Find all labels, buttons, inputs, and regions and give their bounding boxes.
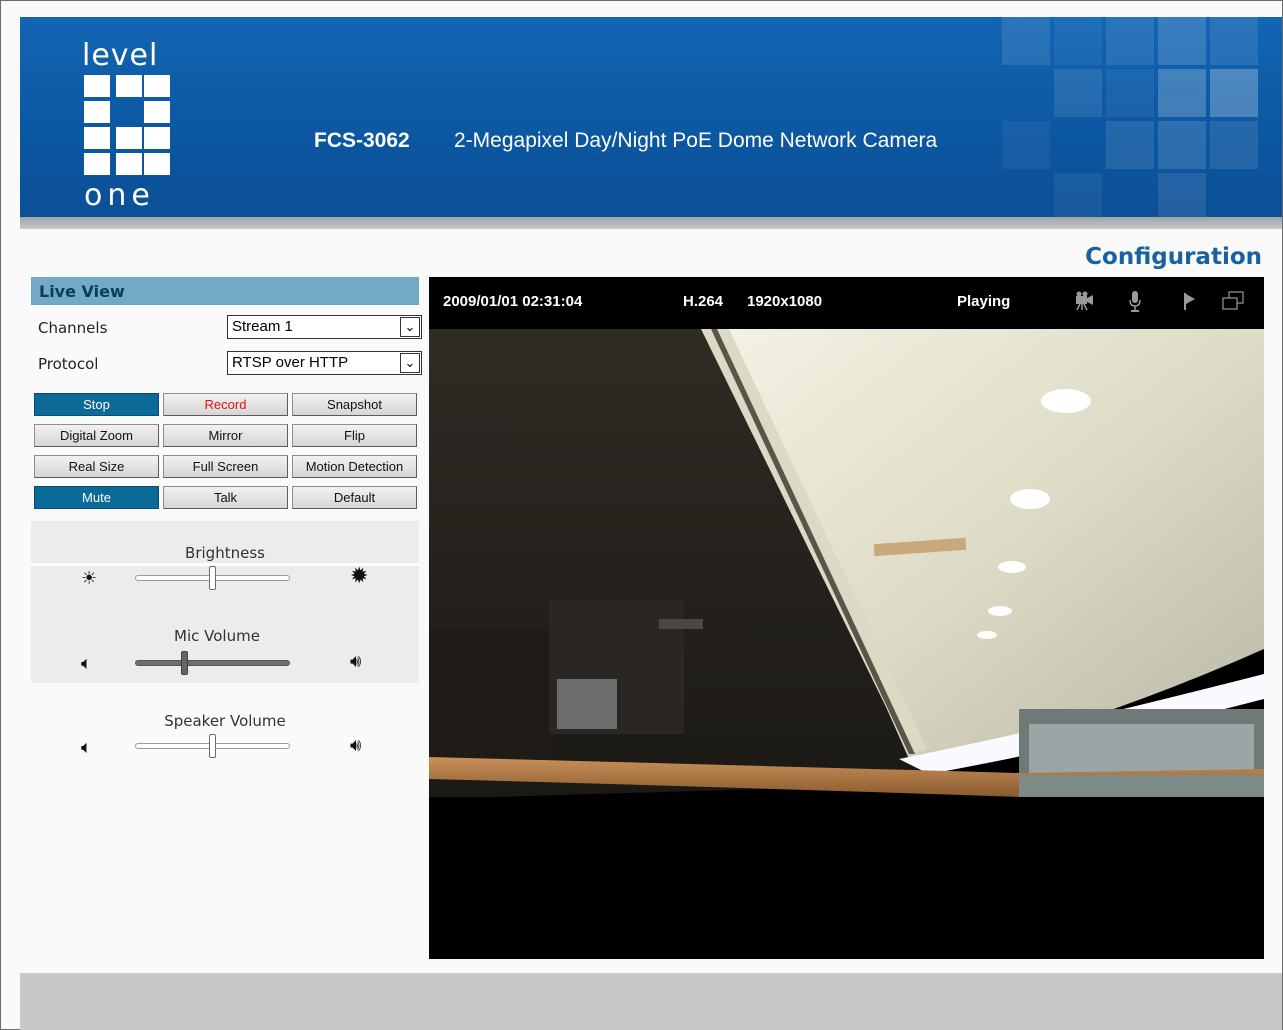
record-camera-icon[interactable]: [1074, 290, 1096, 317]
logo-mark: [84, 75, 176, 175]
configuration-link[interactable]: Configuration: [1085, 244, 1262, 270]
banner-decoration: [962, 17, 1282, 217]
video-timestamp: 2009/01/01 02:31:04: [443, 293, 583, 310]
video-viewer[interactable]: 2009/01/01 02:31:04 H.264 1920x1080 Play…: [429, 277, 1264, 959]
company-logo: level one: [82, 39, 202, 217]
model-number: FCS-3062: [314, 129, 410, 152]
mic-volume-label: Mic Volume: [174, 627, 260, 645]
logo-text-bottom: one: [84, 178, 155, 213]
mirror-button[interactable]: Mirror: [163, 424, 288, 447]
chevron-down-icon[interactable]: ⌄: [400, 317, 420, 337]
motion-detection-button[interactable]: Motion Detection: [292, 455, 417, 478]
model-description: 2-Megapixel Day/Night PoE Dome Network C…: [454, 129, 938, 152]
brightness-low-icon: ☀: [81, 568, 98, 589]
brightness-label: Brightness: [185, 544, 265, 562]
camera-scene-graphic: [429, 329, 1264, 797]
window-icon[interactable]: [1221, 290, 1245, 317]
video-status-bar: 2009/01/01 02:31:04 H.264 1920x1080 Play…: [429, 277, 1264, 329]
channels-select[interactable]: Stream 1 ⌄: [227, 315, 422, 339]
mic-volume-slider-thumb[interactable]: [181, 651, 189, 675]
flag-icon[interactable]: [1183, 290, 1197, 317]
speaker-volume-slider-thumb[interactable]: [209, 734, 216, 758]
speaker-volume-label: Speaker Volume: [164, 712, 286, 730]
camera-live-image: [429, 329, 1264, 797]
page-footer: [20, 973, 1282, 1030]
page-frame: level one FCS-3062 2-Megapixel Day/Night…: [0, 0, 1283, 1030]
stop-button[interactable]: Stop: [34, 393, 159, 416]
logo-text-top: level: [82, 38, 159, 73]
flip-button[interactable]: Flip: [292, 424, 417, 447]
video-codec: H.264: [683, 293, 724, 310]
video-status: Playing: [957, 293, 1011, 310]
protocol-label: Protocol: [38, 355, 99, 373]
mic-volume-slider-track[interactable]: [135, 660, 290, 666]
channels-value: Stream 1: [232, 318, 293, 335]
channels-label: Channels: [38, 319, 108, 337]
speaker-high-icon: 🔊︎: [350, 651, 362, 672]
default-button[interactable]: Default: [292, 486, 417, 509]
brightness-high-icon: ✹: [350, 564, 369, 589]
speaker-low-icon: 🔈︎: [81, 737, 92, 758]
talk-button[interactable]: Talk: [163, 486, 288, 509]
full-screen-button[interactable]: Full Screen: [163, 455, 288, 478]
digital-zoom-button[interactable]: Digital Zoom: [34, 424, 159, 447]
brightness-slider-thumb[interactable]: [209, 566, 216, 590]
header-banner: level one FCS-3062 2-Megapixel Day/Night…: [20, 17, 1282, 217]
speaker-high-icon: 🔊︎: [350, 735, 362, 756]
banner-strip: [20, 217, 1282, 229]
real-size-button[interactable]: Real Size: [34, 455, 159, 478]
microphone-icon[interactable]: [1127, 290, 1143, 319]
mute-button[interactable]: Mute: [34, 486, 159, 509]
protocol-select[interactable]: RTSP over HTTP ⌄: [227, 351, 422, 375]
video-resolution: 1920x1080: [747, 293, 823, 310]
speaker-low-icon: 🔈︎: [81, 653, 92, 674]
chevron-down-icon[interactable]: ⌄: [400, 353, 420, 373]
record-button[interactable]: Record: [163, 393, 288, 416]
live-view-header: Live View: [31, 277, 419, 305]
snapshot-button[interactable]: Snapshot: [292, 393, 417, 416]
protocol-value: RTSP over HTTP: [232, 354, 349, 371]
